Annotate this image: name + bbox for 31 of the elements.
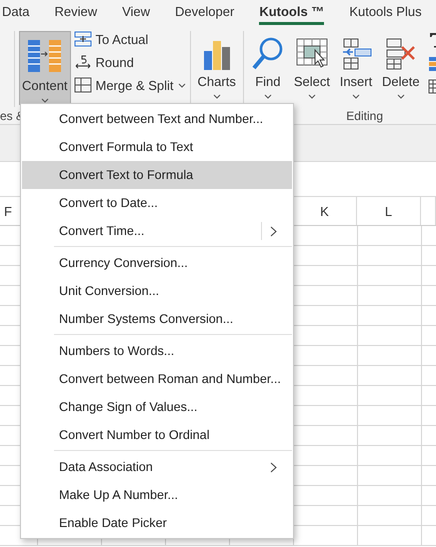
menu-item[interactable]: Make Up A Number... [22,481,292,509]
menu-item[interactable]: Convert to Date... [22,189,292,217]
ribbon-tab[interactable]: Kutools Plus [349,0,422,25]
ribbon-tab[interactable]: Data [2,0,30,25]
menu-item[interactable]: Convert between Roman and Number... [22,365,292,393]
menu-item[interactable]: Convert Time... [22,217,292,245]
ribbon-button[interactable]: Round [74,52,186,72]
ribbon-button[interactable]: Insert [336,31,376,105]
ribbon-button[interactable]: Content [19,31,71,105]
ribbon-button[interactable]: Delete [378,31,423,105]
ribbon-button[interactable]: To Actual [74,29,186,49]
ribbon-tab[interactable]: View [122,0,150,25]
menu-item[interactable]: Unit Conversion... [22,277,292,305]
column-header[interactable]: L [357,197,421,225]
ribbon-button[interactable]: Find [248,31,288,105]
menu-item[interactable]: Data Association [22,453,292,481]
ribbon-button[interactable]: Merge & Split [74,75,186,95]
menu-item[interactable]: Enable Date Picker [22,509,292,537]
menu-item[interactable]: Change Sign of Values... [22,393,292,421]
menu-item[interactable]: Convert between Text and Number... [22,105,292,133]
ribbon-tab[interactable]: Developer [175,0,234,25]
column-header[interactable]: F [0,197,20,225]
ribbon-tab[interactable]: Review [54,0,98,25]
ribbon-button[interactable]: Select [290,31,333,105]
menu-item[interactable]: Numbers to Words... [22,337,292,365]
menu-item[interactable]: Convert Text to Formula [22,161,292,189]
menu-item[interactable]: Currency Conversion... [22,249,292,277]
ribbon-button[interactable]: Charts [194,31,239,105]
menu-item[interactable]: Convert Number to Ordinal [22,421,292,449]
group-label: Editing [346,109,383,123]
menu-item[interactable]: Number Systems Conversion... [22,305,292,333]
